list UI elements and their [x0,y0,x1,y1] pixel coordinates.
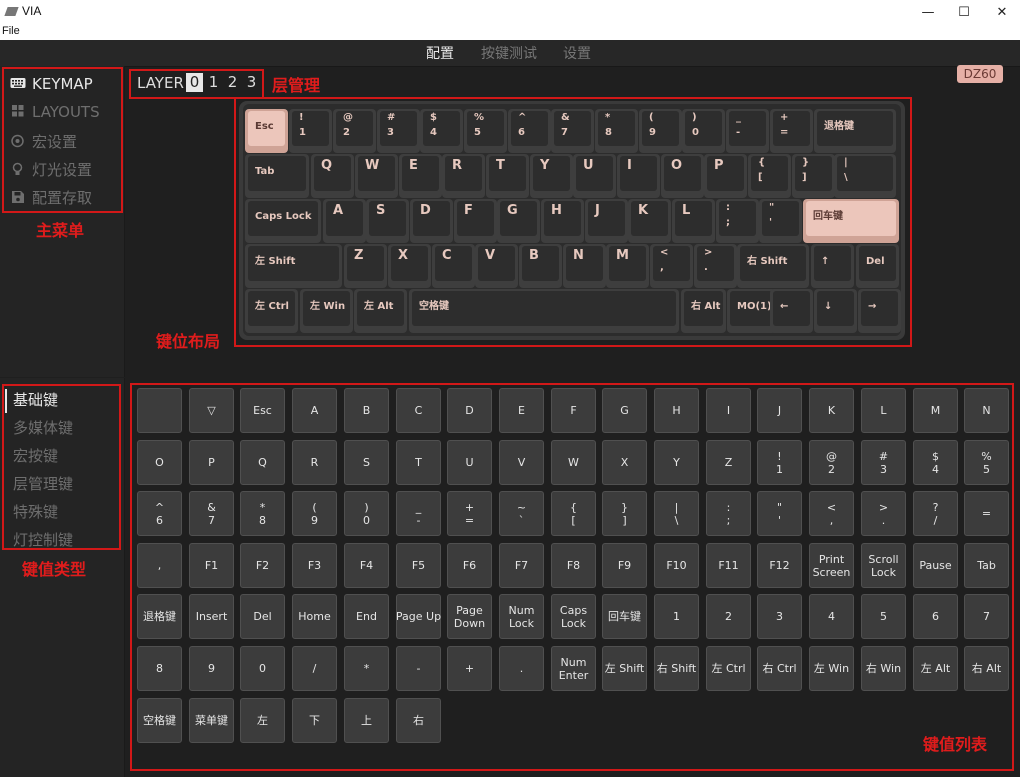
tab-configure[interactable]: 配置 [426,43,454,63]
title-bar: VIA — ☐ ✕ [0,0,1020,25]
tab-key-test[interactable]: 按键测试 [481,43,537,63]
annotation-keycode-types: 键值类型 [22,560,87,579]
annotation-box-categories [2,384,121,550]
close-button[interactable]: ✕ [985,0,1019,25]
maximize-button[interactable]: ☐ [947,0,981,25]
app-icon [4,7,19,16]
tab-bar: 配置 按键测试 设置 [0,40,1020,67]
annotation-box-keycodes [130,383,1014,771]
minimize-button[interactable]: — [911,0,945,25]
annotation-box-main-menu [2,67,123,213]
annotation-main-menu: 主菜单 [36,221,85,240]
annotation-keycode-list: 键值列表 [923,735,988,754]
tab-settings[interactable]: 设置 [563,43,591,63]
menu-bar: File [0,25,1020,40]
window-title: VIA [22,4,42,18]
menu-file[interactable]: File [2,25,20,37]
annotation-box-keyboard [234,97,912,347]
annotation-box-layer [129,69,264,99]
annotation-layer: 层管理 [272,76,321,95]
annotation-key-layout: 键位布局 [156,332,221,351]
device-badge: DZ60 [957,65,1003,83]
